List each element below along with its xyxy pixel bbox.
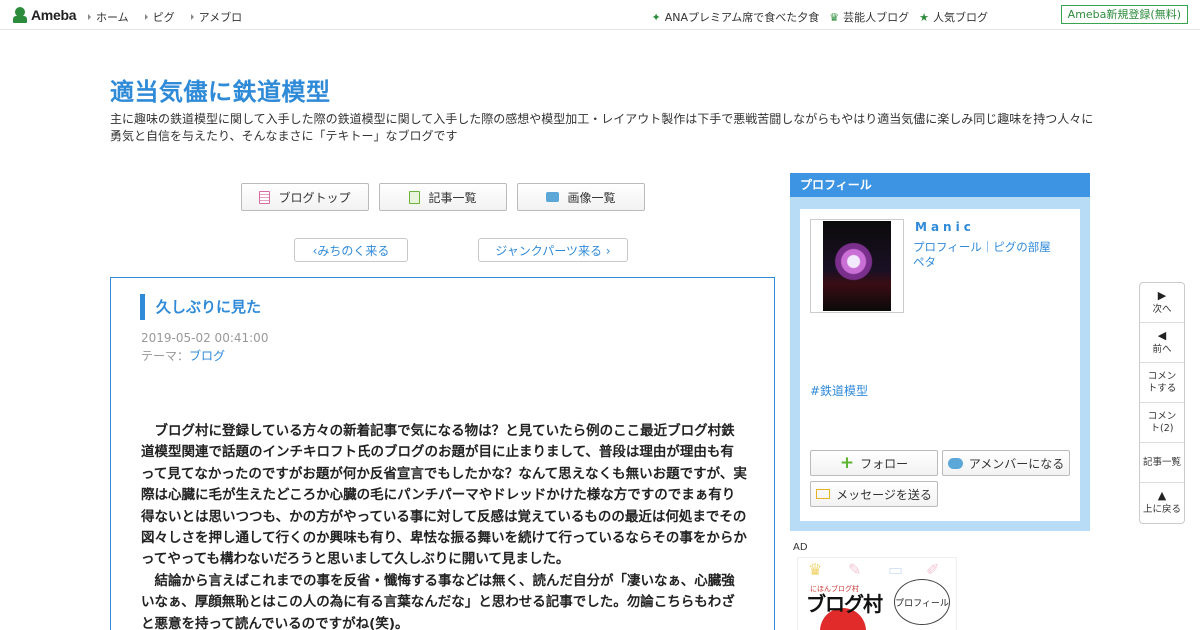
nav-pigg[interactable]: ピグ (144, 9, 175, 25)
ameba-logo[interactable]: Ameba (12, 6, 76, 24)
nav-home-label: ホーム (96, 11, 129, 24)
header-links: ✦ ANAプレミアム席で食べた夕食 ♛ 芸能人ブログ ★ 人気ブログ (642, 9, 988, 25)
blog-top-label: ブログトップ (278, 190, 351, 205)
sparkle-icon: ✦ (651, 10, 661, 24)
triangle-right-icon (144, 14, 148, 20)
entry-list-side-button[interactable]: 記事一覧 (1140, 443, 1184, 483)
blog-title[interactable]: 適当気儘に鉄道模型 (110, 72, 331, 107)
comment-button[interactable]: コメントする (1140, 363, 1184, 403)
triangle-up-icon: ▲ (1157, 489, 1167, 502)
article-theme-prefix: テーマ： (141, 349, 190, 363)
floating-toolbar: ▶ 次へ ◀ 前へ コメントする コメント(2) 記事一覧 ▲ 上に戻る (1139, 282, 1185, 524)
article-theme-link[interactable]: ブログ (189, 349, 225, 363)
header-link-celebrity[interactable]: ♛ 芸能人ブログ (829, 9, 909, 25)
camera-icon (546, 192, 560, 202)
ameba-logo-icon (12, 7, 28, 23)
article-date: 2019-05-02 00:41:00 (141, 331, 269, 345)
play-left-icon: ◀ (1157, 328, 1167, 342)
entry-list-label: 記事一覧 (428, 190, 477, 205)
profile-links: プロフィール｜ピグの部屋 ペタ (913, 240, 1073, 270)
speech-bubble-icon (947, 457, 963, 469)
avatar-image (823, 221, 891, 311)
comment-count-label: コメント(2) (1147, 410, 1177, 434)
header-link-ana[interactable]: ✦ ANAプレミアム席で食べた夕食 (652, 9, 820, 25)
copy-icon (409, 190, 421, 204)
prev-entry-link[interactable]: ‹みちのく来る (294, 238, 408, 262)
amember-button[interactable]: アメンバーになる (942, 450, 1070, 476)
entry-list-button[interactable]: 記事一覧 (379, 183, 507, 211)
nav-pigg-label: ピグ (152, 11, 175, 24)
ameba-logo-text: Ameba (31, 7, 77, 23)
image-list-button[interactable]: 画像一覧 (517, 183, 645, 211)
pen-deco-icon: ✐ (926, 560, 940, 579)
ad-brand-text: ブログ村 (806, 592, 883, 616)
article-paragraph: ブログ村に登録している方々の新着記事で気になる物は？と見ていたら例のここ最近ブロ… (141, 423, 747, 568)
back-to-top-label: 上に戻る (1142, 504, 1181, 515)
back-to-top-button[interactable]: ▲ 上に戻る (1140, 483, 1184, 523)
ad-banner[interactable]: ♛ ✎ ▭ ✐ にほんブログ村 ブログ村 プロフィール (797, 557, 957, 630)
pencil-deco-icon: ✎ (848, 560, 862, 579)
plus-icon: + (839, 452, 855, 473)
image-list-label: 画像一覧 (567, 190, 616, 205)
message-button[interactable]: メッセージを送る (810, 481, 938, 507)
next-label: 次へ (1152, 303, 1172, 315)
article-title[interactable]: 久しぶりに見た (140, 294, 261, 320)
nav-home[interactable]: ホーム (88, 9, 129, 25)
peta-link[interactable]: ペタ (913, 255, 1073, 270)
comment-label: コメントする (1147, 370, 1177, 394)
crown-icon: ♛ (829, 10, 840, 24)
next-entry-button[interactable]: ▶ 次へ (1140, 283, 1184, 323)
message-label: メッセージを送る (836, 487, 932, 502)
global-header: Ameba ホーム ピグ アメブロ ✦ ANAプレミアム席で食べた夕食 ♛ 芸能人ブ… (0, 0, 1200, 30)
comment-count-button[interactable]: コメント(2) (1140, 403, 1184, 443)
profile-pigg-links[interactable]: プロフィール｜ピグの部屋 (913, 240, 1073, 255)
profile-heading: プロフィール (790, 173, 1090, 197)
play-right-icon: ▶ (1157, 288, 1167, 302)
amember-label: アメンバーになる (968, 456, 1065, 471)
next-entry-link[interactable]: ジャンクパーツ来る › (478, 238, 628, 262)
ad-label: AD (793, 542, 808, 553)
article: 久しぶりに見た 2019-05-02 00:41:00 テーマ：ブログ ブログ村… (110, 277, 775, 630)
article-theme: テーマ：ブログ (141, 347, 225, 364)
global-nav: ホーム ピグ アメブロ (88, 9, 258, 25)
profile-widget: プロフィール Manic プロフィール｜ピグの部屋 ペタ #鉄道模型 + フォロー… (790, 173, 1090, 531)
profile-name[interactable]: Manic (915, 220, 975, 234)
header-link-ana-label: ANAプレミアム席で食べた夕食 (664, 11, 820, 24)
note-deco-icon: ▭ (888, 560, 904, 579)
header-link-celebrity-label: 芸能人ブログ (843, 11, 910, 24)
follow-label: フォロー (860, 456, 909, 471)
profile-tag[interactable]: #鉄道模型 (810, 382, 868, 399)
ad-profile-bubble: プロフィール (894, 579, 950, 625)
nav-ameblo-label: アメブロ (198, 11, 243, 24)
blog-description: 主に趣味の鉄道模型に関して入手した際の鉄道模型に関して入手した際の感想や模型加工… (110, 112, 1094, 143)
article-body: ブログ村に登録している方々の新着記事で気になる物は？と見ていたら例のここ最近ブロ… (141, 421, 747, 630)
triangle-right-icon (88, 14, 91, 20)
star-icon: ★ (919, 10, 929, 24)
profile-card: Manic プロフィール｜ピグの部屋 ペタ #鉄道模型 + フォロー アメンバーに… (800, 209, 1080, 521)
entry-list-side-label: 記事一覧 (1142, 456, 1181, 468)
prev-entry-button[interactable]: ◀ 前へ (1140, 323, 1184, 363)
avatar[interactable] (810, 219, 904, 313)
follow-button[interactable]: + フォロー (810, 450, 938, 476)
document-icon (259, 190, 271, 204)
header-link-popular[interactable]: ★ 人気ブログ (919, 9, 988, 25)
blog-nav: ブログトップ 記事一覧 画像一覧 (241, 183, 655, 211)
prev-label: 前へ (1152, 343, 1172, 355)
mail-icon (816, 489, 831, 499)
triangle-right-icon (190, 14, 194, 20)
header-link-popular-label: 人気ブログ (933, 11, 988, 24)
nav-ameblo[interactable]: アメブロ (190, 9, 243, 25)
blog-top-button[interactable]: ブログトップ (241, 183, 369, 211)
register-button[interactable]: Ameba新規登録(無料) (1060, 5, 1188, 24)
crown-deco-icon: ♛ (808, 560, 823, 579)
article-paragraph: 結論から言えばこれまでの事を反省・懺悔する事などは無く、読んだ自分が「凄いなぁ、… (141, 572, 735, 630)
